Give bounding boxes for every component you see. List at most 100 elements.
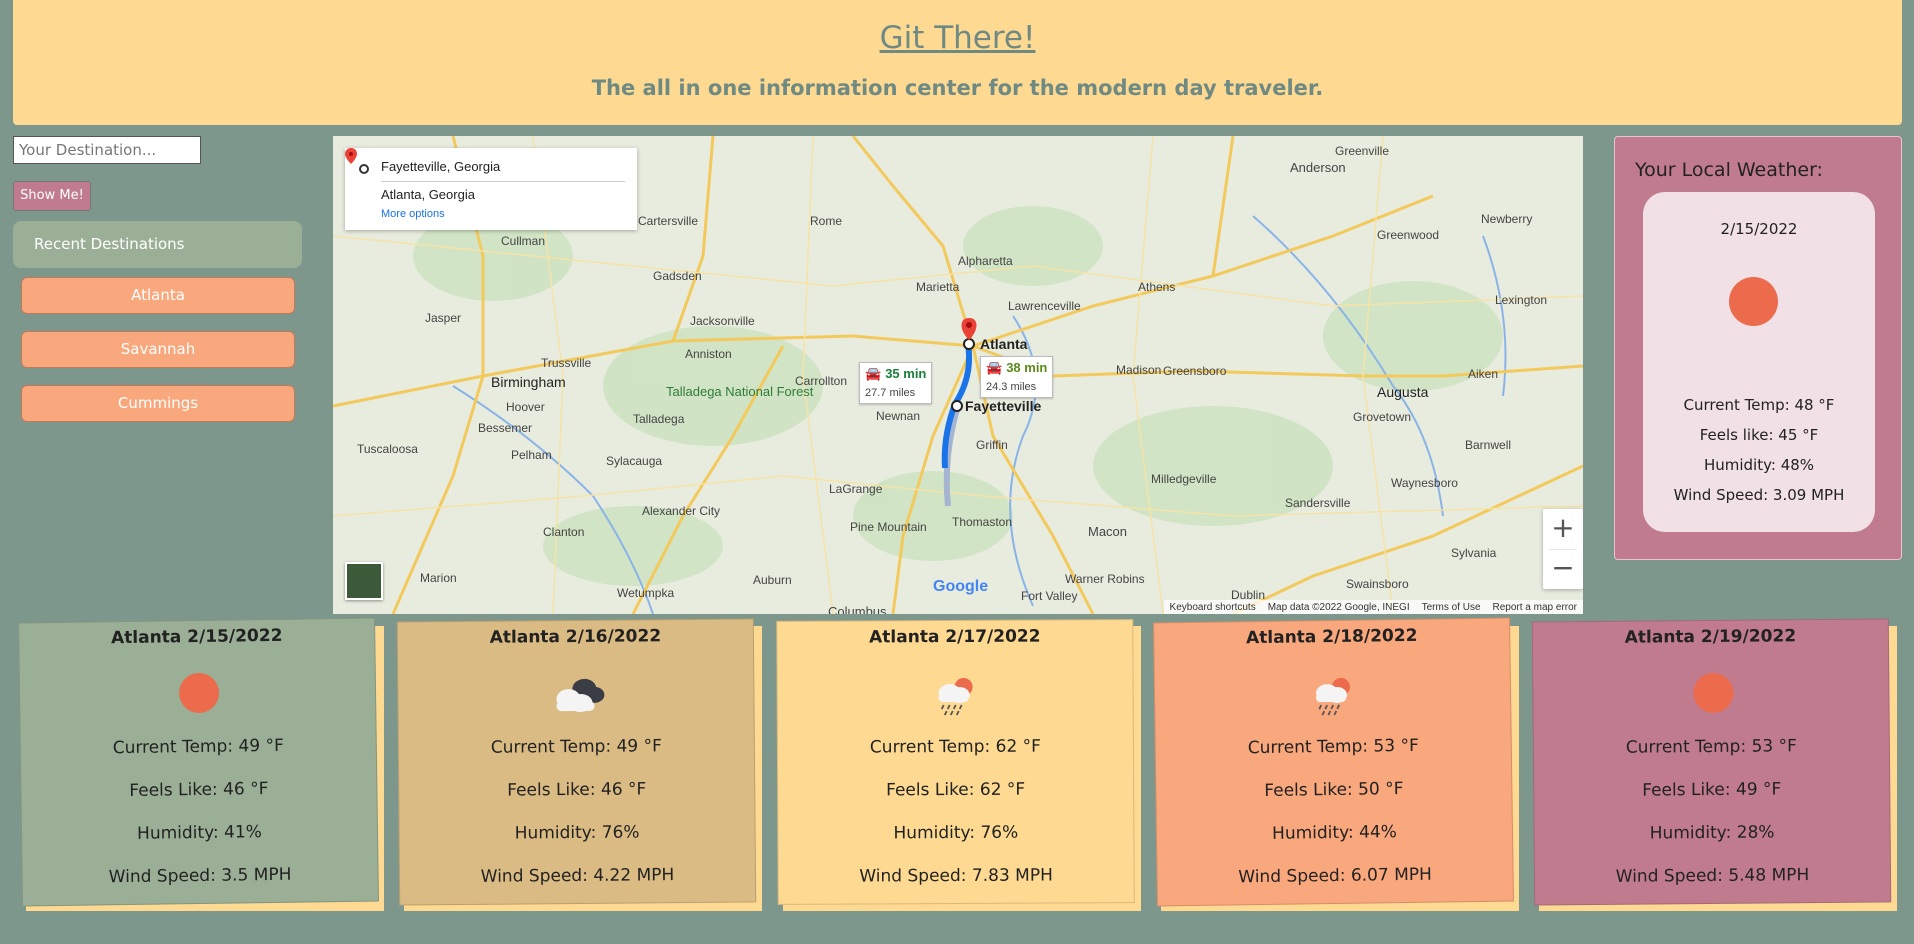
map-label-city: Pelham [511, 448, 552, 462]
map-label-city: Bessemer [478, 421, 533, 435]
map-label-city: Alexander City [642, 504, 721, 518]
forecast-card-body: Atlanta 2/17/2022 Current Temp: 62 °F Fe… [776, 619, 1135, 905]
map-label-city: Alpharetta [958, 254, 1013, 268]
map-label-city: Birmingham [491, 374, 566, 390]
map-label-city: Warner Robins [1065, 572, 1145, 586]
map-label-city: Tuscaloosa [357, 442, 418, 456]
directions-destination[interactable]: Atlanta, Georgia [381, 187, 475, 202]
map-label-city: Talladega [633, 412, 685, 426]
route-map[interactable]: Atlanta Fayetteville Talladega National … [333, 136, 1583, 614]
map-label-city: Swainsboro [1346, 577, 1409, 591]
map-label-city: Lawrenceville [1008, 299, 1081, 313]
local-current-temp: Current Temp: 48 °F [1683, 396, 1835, 414]
map-footer: Keyboard shortcuts Map data ©2022 Google… [1163, 600, 1583, 614]
rain-sun-icon [938, 677, 973, 716]
directions-origin[interactable]: Fayetteville, Georgia [381, 159, 500, 174]
show-me-button[interactable]: Show Me! [13, 181, 91, 211]
zoom-out-button[interactable]: − [1543, 549, 1583, 589]
map-label-city: Newnan [876, 409, 921, 423]
map-label-city: Auburn [753, 573, 792, 587]
directions-divider [381, 181, 625, 182]
map-label-city: Marion [420, 571, 457, 585]
map-label-city: Griffin [976, 438, 1008, 452]
forecast-humidity: Humidity: 41% [136, 822, 262, 844]
local-weather-panel: Your Local Weather: 2/15/2022 Current Te… [1614, 136, 1902, 560]
route-distance: 27.7 miles [865, 387, 916, 399]
forecast-wind-speed: Wind Speed: 4.22 MPH [480, 865, 675, 887]
map-data-credit: Map data ©2022 Google, INEGI [1267, 601, 1410, 613]
local-feels-like: Feels like: 45 °F [1699, 426, 1819, 444]
zoom-control: + − [1543, 509, 1583, 589]
more-options-link[interactable]: More options [381, 208, 445, 220]
map-label-city: Carrollton [795, 374, 848, 388]
map-label-city: Fort Valley [1021, 589, 1078, 603]
forecast-current-temp: Current Temp: 53 °F [1625, 736, 1797, 758]
forecast-card: Atlanta 2/17/2022 Current Temp: 62 °F Fe… [776, 619, 1142, 912]
forecast-title: Atlanta 2/17/2022 [869, 626, 1041, 648]
map-label-city: Newberry [1481, 212, 1533, 226]
forecast-wind-speed: Wind Speed: 6.07 MPH [1238, 864, 1432, 888]
map-label-city: Macon [1088, 524, 1128, 539]
map-label-city: Cullman [501, 234, 546, 248]
forecast-title: Atlanta 2/16/2022 [489, 626, 662, 648]
forecast-current-temp: Current Temp: 49 °F [490, 736, 662, 758]
report-map-error-link[interactable]: Report a map error [1493, 602, 1577, 613]
local-weather-card: 2/15/2022 Current Temp: 48 °F Feels like… [1643, 192, 1875, 532]
local-weather-heading: Your Local Weather: [1635, 159, 1823, 181]
forecast-current-temp: Current Temp: 53 °F [1247, 735, 1419, 759]
forecast-feels-like: Feels Like: 62 °F [886, 779, 1026, 801]
map-label-fayetteville: Fayetteville [965, 398, 1042, 414]
route-option[interactable]: 🚘 35 min 27.7 miles [859, 362, 933, 404]
map-label-city: Jasper [425, 311, 462, 325]
map-label-city: Clanton [543, 525, 585, 539]
local-humidity: Humidity: 48% [1703, 456, 1815, 474]
map-label-city: Jacksonville [690, 314, 755, 328]
google-logo: Google [933, 578, 988, 596]
map-label-city: Sandersville [1285, 496, 1351, 510]
zoom-in-button[interactable]: + [1543, 509, 1583, 549]
sun-icon [1729, 277, 1778, 326]
sun-icon [178, 672, 220, 714]
map-label-city: LaGrange [829, 482, 883, 496]
map-label-city: Waynesboro [1391, 476, 1458, 490]
map-label-city: Greenville [1335, 144, 1390, 158]
map-label-atlanta: Atlanta [980, 336, 1028, 352]
map-label-city: Barnwell [1465, 438, 1512, 452]
forecast-feels-like: Feels Like: 46 °F [507, 779, 647, 801]
map-label-city: Greenwood [1377, 228, 1440, 242]
recent-destination-button[interactable]: Cummings [21, 385, 295, 422]
map-label-city: Milledgeville [1151, 472, 1217, 486]
recent-destination-button[interactable]: Savannah [21, 331, 295, 368]
forecast-wind-speed: Wind Speed: 7.83 MPH [859, 865, 1053, 887]
keyboard-shortcuts-link[interactable]: Keyboard shortcuts [1170, 602, 1256, 613]
route-option[interactable]: 🚘 38 min 24.3 miles [980, 356, 1054, 398]
page-header: Git There! The all in one information ce… [13, 0, 1902, 125]
forecast-feels-like: Feels Like: 50 °F [1264, 779, 1404, 801]
forecast-title: Atlanta 2/19/2022 [1624, 626, 1797, 648]
map-label-city: Rome [810, 214, 843, 228]
forecast-humidity: Humidity: 76% [893, 822, 1019, 844]
forecast-current-temp: Current Temp: 62 °F [869, 736, 1041, 758]
app-subtitle: The all in one information center for th… [591, 76, 1324, 100]
map-label-city: Trussville [541, 356, 592, 370]
app-title-link[interactable]: Git There! [13, 20, 1902, 56]
forecast-wind-speed: Wind Speed: 5.48 MPH [1615, 865, 1810, 887]
forecast-card-body: Atlanta 2/19/2022 Current Temp: 53 °F Fe… [1531, 618, 1892, 906]
map-label-park: Talladega National Forest [666, 384, 814, 399]
forecast-card: Atlanta 2/16/2022 Current Temp: 49 °F Fe… [396, 618, 763, 912]
forecast-feels-like: Feels Like: 49 °F [1642, 779, 1782, 801]
map-label-city: Sylvania [1451, 546, 1497, 560]
destination-input[interactable] [13, 136, 201, 164]
route-distance: 24.3 miles [986, 381, 1037, 393]
map-label-city: Hoover [506, 400, 545, 414]
recent-destination-button[interactable]: Atlanta [21, 277, 295, 314]
map-label-city: Aiken [1468, 367, 1499, 381]
car-icon: 🚘 [986, 360, 1003, 375]
satellite-toggle[interactable] [345, 562, 383, 600]
google-logo-text: Google [933, 578, 989, 595]
destination-pin-icon [345, 148, 357, 164]
recent-destinations-heading: Recent Destinations [13, 221, 302, 268]
map-label-city: Columbus [828, 604, 887, 614]
terms-of-use-link[interactable]: Terms of Use [1422, 602, 1481, 613]
cloudy-icon [555, 678, 604, 712]
